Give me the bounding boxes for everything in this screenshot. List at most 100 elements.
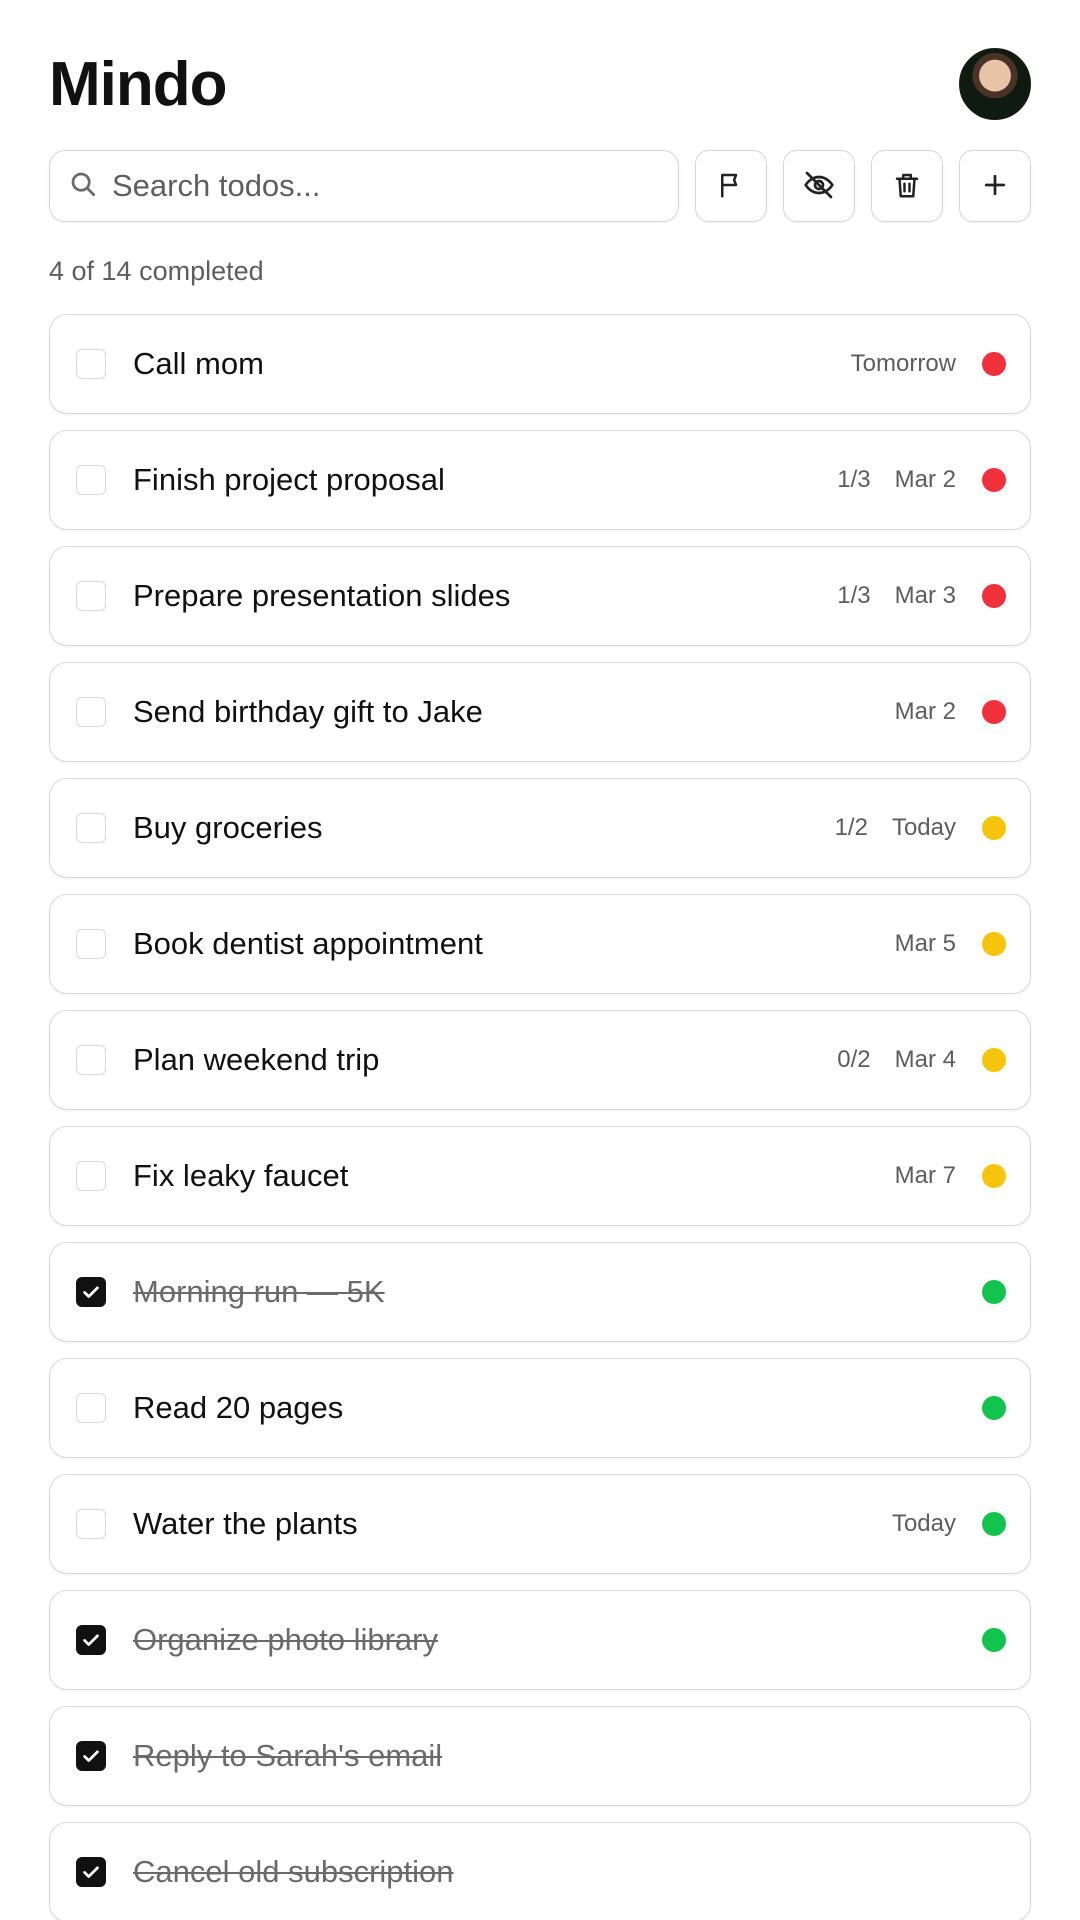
todo-meta: 1/3 Mar 2 (837, 466, 956, 494)
delete-button[interactable] (871, 150, 944, 222)
todo-meta: Mar 2 (895, 698, 956, 726)
due-date: Mar 2 (894, 466, 956, 493)
todo-item[interactable]: Fix leaky faucet Mar 7 (49, 1126, 1031, 1226)
due-date: Mar 7 (894, 1162, 956, 1189)
todo-title[interactable]: Call mom (133, 346, 851, 382)
priority-dot (982, 468, 1006, 492)
todo-checkbox[interactable] (76, 465, 106, 495)
todo-title[interactable]: Finish project proposal (133, 462, 837, 498)
eye-off-icon (803, 169, 835, 204)
todo-title[interactable]: Buy groceries (133, 810, 835, 846)
add-todo-button[interactable] (959, 150, 1032, 222)
due-date: Today (891, 814, 956, 841)
todo-checkbox[interactable] (76, 1393, 106, 1423)
todo-title[interactable]: Send birthday gift to Jake (133, 694, 895, 730)
todo-checkbox[interactable] (76, 349, 106, 379)
search-box[interactable] (49, 150, 680, 222)
priority-dot (982, 584, 1006, 608)
priority-dot (982, 1164, 1006, 1188)
todo-checkbox[interactable] (76, 1857, 106, 1887)
todo-app: Mindo Search todos... 4 of 14 completed … (0, 0, 1080, 1920)
todo-meta: Today (892, 1510, 956, 1538)
todo-checkbox[interactable] (76, 1509, 106, 1539)
due-date: Mar 2 (894, 698, 956, 725)
avatar[interactable] (959, 48, 1031, 120)
todo-checkbox[interactable] (76, 1625, 106, 1655)
trash-icon (892, 170, 922, 203)
todo-item[interactable]: Water the plants Today (49, 1474, 1031, 1574)
subtask-progress: 1/2 (834, 814, 868, 841)
todo-list: Call mom Tomorrow Finish project proposal 1… (49, 314, 1031, 1920)
todo-checkbox[interactable] (76, 1161, 106, 1191)
todo-item[interactable]: Book dentist appointment Mar 5 (49, 894, 1031, 994)
todo-item[interactable]: Plan weekend trip 0/2 Mar 4 (49, 1010, 1031, 1110)
todo-item[interactable]: Read 20 pages (49, 1358, 1031, 1458)
priority-dot (982, 1396, 1006, 1420)
due-date: Mar 3 (894, 582, 956, 609)
todo-checkbox[interactable] (76, 813, 106, 843)
todo-item[interactable]: Prepare presentation slides 1/3 Mar 3 (49, 546, 1031, 646)
todo-meta: 1/3 Mar 3 (837, 582, 956, 610)
priority-dot (982, 352, 1006, 376)
todo-title[interactable]: Book dentist appointment (133, 926, 895, 962)
app-title: Mindo (49, 49, 227, 119)
todo-checkbox[interactable] (76, 581, 106, 611)
todo-title[interactable]: Plan weekend trip (133, 1042, 837, 1078)
todo-checkbox[interactable] (76, 697, 106, 727)
search-input[interactable] (112, 168, 661, 204)
todo-title[interactable]: Prepare presentation slides (133, 578, 837, 614)
todo-title[interactable]: Fix leaky faucet (133, 1158, 895, 1194)
plus-icon (980, 170, 1010, 203)
toolbar (49, 150, 1032, 222)
priority-dot (982, 700, 1006, 724)
todo-title[interactable]: Reply to Sarah's email (133, 1738, 956, 1774)
check-icon (83, 1634, 99, 1646)
todo-item[interactable]: Organize photo library (49, 1590, 1031, 1690)
todo-title[interactable]: Organize photo library (133, 1622, 956, 1658)
todo-checkbox[interactable] (76, 929, 106, 959)
due-date: Mar 5 (894, 930, 956, 957)
todo-item[interactable]: Buy groceries 1/2 Today (49, 778, 1031, 878)
due-date: Today (891, 1510, 956, 1537)
todo-meta: Tomorrow (851, 350, 956, 378)
todo-item[interactable]: Finish project proposal 1/3 Mar 2 (49, 430, 1031, 530)
todo-item[interactable]: Cancel old subscription (49, 1822, 1031, 1920)
completion-count: 4 of 14 completed (49, 256, 264, 286)
priority-dot (982, 1512, 1006, 1536)
subtask-progress: 0/2 (837, 1046, 871, 1073)
todo-item[interactable]: Reply to Sarah's email (49, 1706, 1031, 1806)
flag-icon (716, 170, 746, 203)
due-date: Tomorrow (850, 350, 956, 377)
check-icon (83, 1866, 99, 1878)
todo-meta: Mar 7 (895, 1162, 956, 1190)
todo-checkbox[interactable] (76, 1045, 106, 1075)
priority-dot (982, 1048, 1006, 1072)
priority-dot (982, 1280, 1006, 1304)
todo-item[interactable]: Call mom Tomorrow (49, 314, 1031, 414)
todo-meta: 1/2 Today (835, 814, 956, 842)
subtask-progress: 1/3 (837, 582, 871, 609)
search-icon (68, 169, 98, 204)
todo-checkbox[interactable] (76, 1277, 106, 1307)
todo-title[interactable]: Water the plants (133, 1506, 892, 1542)
priority-dot (982, 1860, 1006, 1884)
todo-title[interactable]: Cancel old subscription (133, 1854, 956, 1890)
subtask-progress: 1/3 (837, 466, 871, 493)
todo-item[interactable]: Morning run — 5K (49, 1242, 1031, 1342)
priority-dot (982, 1628, 1006, 1652)
todo-checkbox[interactable] (76, 1741, 106, 1771)
priority-dot (982, 1744, 1006, 1768)
priority-dot (982, 816, 1006, 840)
hide-completed-button[interactable] (783, 150, 856, 222)
due-date: Mar 4 (894, 1046, 956, 1073)
header: Mindo (49, 0, 1031, 150)
check-icon (83, 1750, 99, 1762)
check-icon (83, 1286, 99, 1298)
todo-title[interactable]: Morning run — 5K (133, 1274, 956, 1310)
todo-item[interactable]: Send birthday gift to Jake Mar 2 (49, 662, 1031, 762)
filter-flag-button[interactable] (695, 150, 768, 222)
todo-title[interactable]: Read 20 pages (133, 1390, 956, 1426)
todo-meta: Mar 5 (895, 930, 956, 958)
todo-meta: 0/2 Mar 4 (837, 1046, 956, 1074)
priority-dot (982, 932, 1006, 956)
